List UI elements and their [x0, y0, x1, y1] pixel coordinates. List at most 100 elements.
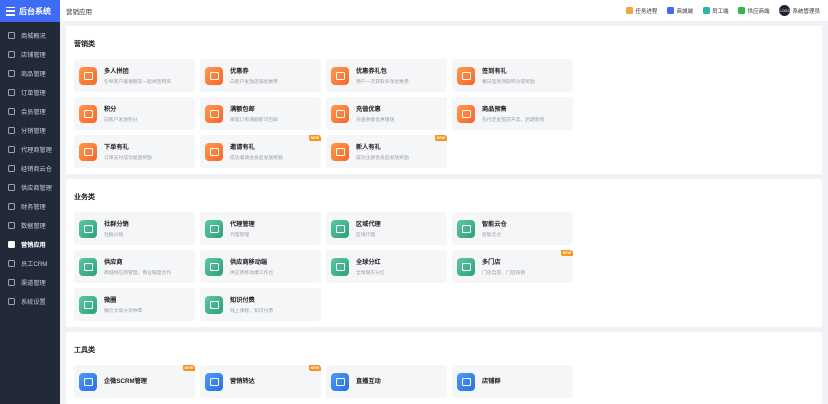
app-card[interactable]: 多门店 门店自提、门店核销 NEW — [452, 250, 573, 283]
sidebar-item[interactable]: 营销应用 — [0, 235, 60, 254]
header-tool[interactable]: 员工端 — [702, 7, 728, 15]
sidebar: 后台系统 商城概况店铺管理商品管理订单管理会员管理 分销管理 代理商管理 经销商云仓供… — [0, 0, 60, 404]
brand[interactable]: 后台系统 — [0, 0, 60, 22]
app-glyph-icon — [335, 377, 345, 386]
sidebar-item-label: 店铺管理 — [21, 52, 46, 59]
app-glyph-icon — [209, 262, 219, 271]
sidebar-item[interactable]: 财务管理 — [0, 197, 60, 216]
app-icon — [331, 257, 349, 276]
app-card[interactable]: 满额包邮 单笔订单满额即可包邮 — [200, 97, 321, 130]
sidebar-item[interactable]: 订单管理 — [0, 83, 60, 102]
app-card[interactable]: 新人有礼 成功注册会员后发放奖励 NEW — [326, 135, 447, 168]
app-card[interactable]: 供应商移动端 供应商移动端工作台 — [200, 250, 321, 283]
user-name: 系统管理员 — [792, 8, 820, 15]
app-icon — [79, 219, 97, 238]
app-desc: 订单支付成功发放奖励 — [104, 156, 152, 161]
app-card[interactable]: 优惠券礼包 用户一次获取多张优惠券 — [326, 59, 447, 92]
app-name: 企微SCRM管理 — [104, 377, 147, 385]
app-card[interactable]: 优惠券 向客户发放店铺优惠券 — [200, 59, 321, 92]
sidebar-item[interactable]: 经销商云仓 — [0, 159, 60, 178]
app-glyph-icon — [209, 71, 219, 80]
sidebar-item-label: 系统设置 — [21, 299, 46, 306]
section-title: 营销类 — [74, 41, 95, 48]
app-card[interactable]: 代理管理 代理管理 — [200, 212, 321, 245]
sidebar-item[interactable]: 店铺管理 — [0, 45, 60, 64]
app-name: 微圈 — [104, 297, 117, 304]
member-icon — [8, 108, 15, 115]
app-glyph-icon — [209, 147, 219, 156]
app-icon — [205, 104, 223, 123]
app-card[interactable]: 营销转达 NEW — [200, 365, 321, 398]
app-card[interactable]: 区域代理 区域代理 — [326, 212, 447, 245]
app-card[interactable]: 多人拼团 引导客户邀请朋友一起拼团购买 — [74, 59, 195, 92]
sidebar-item[interactable]: 会员管理 — [0, 102, 60, 121]
app-card-text: 多人拼团 引导客户邀请朋友一起拼团购买 — [104, 66, 171, 85]
app-name: 营销转达 — [230, 377, 255, 385]
new-badge: NEW — [182, 365, 195, 371]
app-card[interactable]: 积分 向客户发放积分 — [74, 97, 195, 130]
header-tool-label: 供应商端 — [747, 8, 770, 15]
app-card-text: 签到有礼 每日签到领取积分或奖励 — [482, 66, 535, 85]
app-card[interactable]: 微圈微信文章分享种草 — [74, 288, 195, 321]
sidebar-item[interactable]: 代理商管理 — [0, 140, 60, 159]
sidebar-item[interactable]: 系统设置 — [0, 292, 60, 311]
app-glyph-icon — [335, 71, 345, 80]
app-icon — [457, 257, 475, 276]
app-card[interactable]: 知识付费线上课程、知识付费 — [200, 288, 321, 321]
app-name: 积分 — [104, 106, 117, 113]
app-card[interactable]: 商品预售 先付定金提前开卖、后期营销 — [452, 97, 573, 130]
app-name: 知识付费 — [230, 297, 255, 304]
sidebar-item[interactable]: 数据管理 — [0, 216, 60, 235]
sidebar-item-label: 订单管理 — [21, 90, 46, 97]
sidebar-item-label: 商城概况 — [21, 33, 46, 40]
header-tool-label: 商城端 — [676, 8, 693, 15]
app-icon — [205, 257, 223, 276]
header-tool[interactable]: 供应商端 — [738, 7, 769, 15]
marketing-icon — [8, 241, 15, 248]
app-card[interactable]: 全球分红 全球股东分红 — [326, 250, 447, 283]
app-name: 区域代理 — [356, 221, 381, 228]
app-card-text: 多门店 门店自提、门店核销 — [482, 257, 525, 276]
app-icon — [79, 295, 97, 314]
user-menu[interactable]: LOGO 系统管理员 — [779, 5, 820, 16]
app-desc: 线上课程、知识付费 — [230, 309, 274, 314]
app-name: 代理管理 — [230, 221, 255, 228]
app-card[interactable]: 智能云仓 智能云仓 — [452, 212, 573, 245]
app-card[interactable]: 签到有礼 每日签到领取积分或奖励 — [452, 59, 573, 92]
app-glyph-icon — [335, 109, 345, 118]
app-card[interactable]: 下单有礼 订单支付成功发放奖励 — [74, 135, 195, 168]
app-card-text: 企微SCRM管理 — [104, 376, 147, 388]
distribution-icon — [8, 127, 15, 134]
menu-icon — [6, 6, 15, 16]
new-badge: NEW — [560, 250, 573, 256]
top-header: 营销应用 任务进程 商城端 员工端 供应商端 LOGO 系统管理员 — [60, 0, 828, 22]
sidebar-item-label: 营销应用 — [21, 242, 46, 249]
app-card[interactable]: 邀请有礼 成功邀请会员后发放奖励 NEW — [200, 135, 321, 168]
sidebar-item[interactable]: 商城概况 — [0, 26, 60, 45]
header-tool[interactable]: 商城端 — [667, 7, 693, 15]
app-card[interactable]: 充值优惠 充值余额优惠赠送 — [326, 97, 447, 130]
app-icon — [79, 372, 97, 391]
app-card[interactable]: 供应商 商城供应商管理、商业联盟合作 — [74, 250, 195, 283]
sidebar-item[interactable]: 渠道管理 — [0, 273, 60, 292]
app-icon — [457, 219, 475, 238]
app-card[interactable]: 社群分销 社群分销 — [74, 212, 195, 245]
app-desc: 微信文章分享种草 — [104, 309, 143, 314]
app-section: 业务类 社群分销 社群分销 代理管理 代理管理 区域代理 区域代理 智能云仓 智能云仓 供应商 商城… — [66, 179, 822, 327]
app-card-text: 新人有礼 成功注册会员后发放奖励 — [356, 142, 409, 161]
app-desc: 向客户发放店铺优惠券 — [230, 80, 278, 85]
sidebar-item[interactable]: 员工CRM — [0, 254, 60, 273]
app-section: 营销类多人拼团 引导客户邀请朋友一起拼团购买 优惠券 向客户发放店铺优惠券 优惠券礼包用… — [66, 26, 822, 174]
app-icon — [331, 372, 349, 391]
app-card[interactable]: 店铺群 — [452, 365, 573, 398]
sidebar-item[interactable]: 供应商管理 — [0, 178, 60, 197]
sidebar-item[interactable]: 商品管理 — [0, 64, 60, 83]
app-card[interactable]: 企微SCRM管理 NEW — [74, 365, 195, 398]
app-desc: 用户一次获取多张优惠券 — [356, 80, 409, 85]
sidebar-item[interactable]: 分销管理 — [0, 121, 60, 140]
app-card[interactable]: 直播互动 — [326, 365, 447, 398]
app-card-text: 直播互动 — [356, 376, 381, 388]
app-icon — [331, 104, 349, 123]
sidebar-item-label: 员工CRM — [21, 261, 48, 268]
header-tool[interactable]: 任务进程 — [626, 7, 657, 15]
